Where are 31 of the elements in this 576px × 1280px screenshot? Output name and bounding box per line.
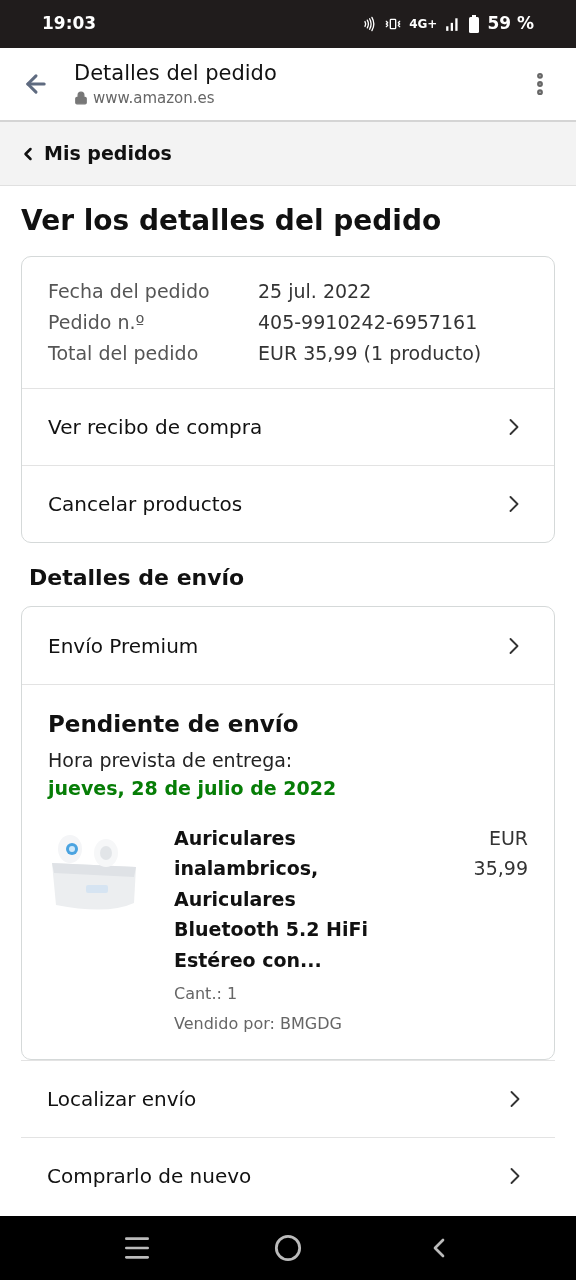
- battery-icon: [469, 15, 480, 33]
- summary-value: 405-9910242-6957161: [258, 310, 478, 335]
- price-amount: 35,99: [473, 856, 528, 881]
- summary-label: Total del pedido: [48, 341, 200, 366]
- home-icon[interactable]: [274, 1234, 302, 1262]
- summary-label: Fecha del pedido: [48, 279, 211, 304]
- clock: 19:03: [42, 12, 97, 36]
- breadcrumb-bar[interactable]: Mis pedidos: [0, 122, 576, 186]
- price-currency: EUR: [488, 825, 528, 851]
- link-row[interactable]: Comprarlo de nuevo: [21, 1137, 555, 1214]
- delivery-label: Hora prevista de entrega:: [48, 747, 294, 773]
- link-row[interactable]: Ver recibo de compra: [22, 388, 554, 465]
- product-title: Auriculares inalambricos, Auriculares Bluetooth 5.2 HiFi Estéreo con...: [174, 825, 369, 973]
- page-url: www.amazon.es: [93, 87, 215, 109]
- page-heading: Ver los detalles del pedido: [20, 203, 443, 239]
- network-label: 4G+: [409, 16, 438, 33]
- page-title: Detalles del pedido: [74, 59, 278, 87]
- section-heading: Detalles de envío: [28, 564, 246, 592]
- link-row[interactable]: Envío Premium: [22, 607, 554, 684]
- product-quantity: Cant.: 1: [174, 983, 239, 1005]
- vibrate-icon: [385, 16, 402, 32]
- shipment-status: Pendiente de envío: [48, 710, 300, 739]
- summary-value: 25 jul. 2022: [258, 279, 372, 304]
- lock-icon: [74, 91, 88, 105]
- summary-label: Pedido n.º: [48, 310, 146, 335]
- summary-value: EUR 35,99 (1 producto): [258, 341, 482, 366]
- battery-percent: 59 %: [487, 12, 534, 36]
- product-seller: Vendido por: BMGDG: [174, 1013, 343, 1035]
- link-row[interactable]: Localizar envío: [21, 1060, 555, 1137]
- delivery-date: jueves, 28 de julio de 2022: [48, 776, 338, 801]
- link-row[interactable]: Cancelar productos: [22, 465, 554, 542]
